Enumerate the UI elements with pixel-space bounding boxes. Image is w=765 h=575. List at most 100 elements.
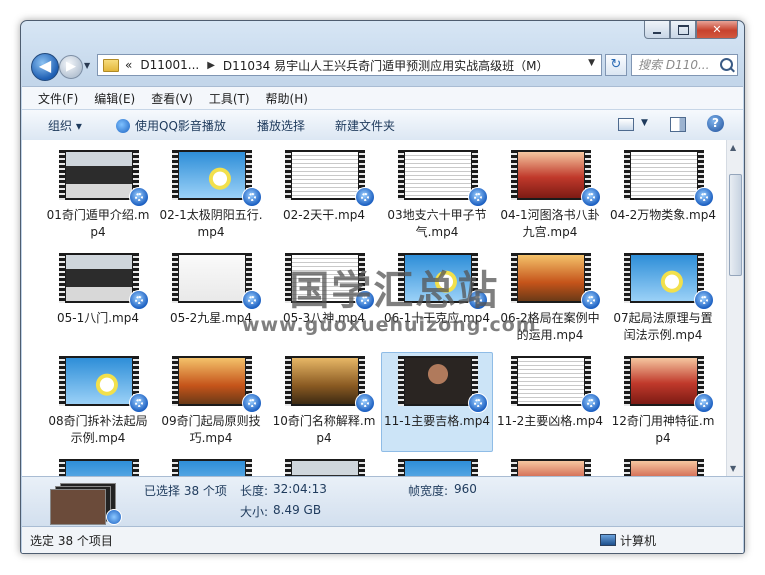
thumbnail-image	[66, 358, 132, 404]
qq-video-badge-icon	[581, 290, 601, 310]
breadcrumb-overflow[interactable]: «	[125, 58, 132, 72]
file-name: 11-2主要凶格.mp4	[497, 414, 603, 428]
preview-pane-icon[interactable]	[670, 117, 686, 132]
recent-pages-button[interactable]: ▼	[84, 61, 90, 70]
menu-edit[interactable]: 编辑(E)	[94, 90, 135, 107]
length-value: 32:04:13	[273, 482, 327, 496]
close-button[interactable]: ✕	[696, 21, 738, 39]
file-item[interactable]	[381, 455, 493, 476]
qq-video-badge-icon	[581, 393, 601, 413]
play-selection-button[interactable]: 播放选择	[257, 117, 305, 134]
menu-view[interactable]: 查看(V)	[151, 90, 193, 107]
file-item[interactable]: 02-1太极阴阳五行.mp4	[155, 146, 267, 246]
forward-button[interactable]: ▶	[59, 55, 83, 79]
details-pane: 已选择 38 个项 长度: 32:04:13 大小: 8.49 GB 帧宽度: …	[22, 476, 743, 527]
address-dropdown-button[interactable]: ▼	[588, 58, 595, 68]
file-item[interactable]	[607, 455, 719, 476]
scroll-up-icon[interactable]: ▲	[730, 143, 736, 152]
file-list-area[interactable]: 01奇门遁甲介绍.mp4 02-1太极阴阳五行.mp4 02-2天干.mp4 03地支…	[22, 140, 743, 476]
video-thumbnail	[172, 459, 252, 476]
change-view-icon[interactable]	[618, 118, 634, 131]
scrollbar-thumb[interactable]	[729, 174, 742, 276]
video-thumbnail	[285, 356, 365, 406]
minimize-icon	[653, 31, 661, 34]
thumbnail-image	[405, 461, 471, 476]
minimize-button[interactable]	[644, 21, 670, 39]
video-thumbnail	[59, 356, 139, 406]
thumbnail-image	[292, 152, 358, 198]
search-input[interactable]: 搜索 D110...	[631, 54, 738, 76]
organize-button[interactable]: 组织 ▾	[48, 117, 82, 134]
video-thumbnail	[172, 356, 252, 406]
file-item[interactable]: 03地支六十甲子节气.mp4	[381, 146, 493, 246]
size-label: 大小:	[240, 505, 269, 519]
vertical-scrollbar[interactable]: ▲ ▼	[726, 140, 743, 476]
thumbnail-image	[405, 152, 471, 198]
menu-tools[interactable]: 工具(T)	[209, 90, 250, 107]
search-placeholder: 搜索 D110...	[638, 58, 710, 72]
breadcrumb-item-parent[interactable]: D11001...	[140, 58, 199, 72]
file-item[interactable]: 10奇门名称解释.mp4	[268, 352, 380, 452]
scroll-down-icon[interactable]: ▼	[730, 464, 736, 473]
file-item[interactable]	[155, 455, 267, 476]
length-label: 长度:	[240, 484, 269, 498]
thumbnail-image	[292, 358, 358, 404]
video-thumbnail	[398, 150, 478, 200]
menu-file[interactable]: 文件(F)	[38, 90, 78, 107]
menu-help[interactable]: 帮助(H)	[266, 90, 308, 107]
thumbnail-image	[179, 255, 245, 301]
file-item[interactable]: 02-2天干.mp4	[268, 146, 380, 246]
file-item[interactable]: 05-1八门.mp4	[42, 249, 154, 349]
qq-video-badge-icon	[694, 393, 714, 413]
file-name: 07起局法原理与置闰法示例.mp4	[613, 311, 713, 342]
file-item[interactable]: 04-1河图洛书八卦九宫.mp4	[494, 146, 606, 246]
status-text: 选定 38 个项目	[30, 534, 113, 548]
thumbnail-image	[631, 461, 697, 476]
file-item[interactable]	[42, 455, 154, 476]
refresh-button[interactable]: ↻	[605, 54, 627, 76]
back-button[interactable]: ◀	[31, 53, 59, 81]
thumbnail-image	[518, 358, 584, 404]
folder-icon	[103, 58, 119, 72]
qq-video-badge-icon	[129, 290, 149, 310]
new-folder-button[interactable]: 新建文件夹	[335, 117, 395, 134]
file-item[interactable]: 04-2万物类象.mp4	[607, 146, 719, 246]
thumbnail-image	[66, 152, 132, 198]
address-bar[interactable]: « D11001... ▶ D11034 易宇山人王兴兵奇门遁甲预测应用实战高级…	[97, 54, 602, 76]
search-icon[interactable]	[720, 58, 733, 71]
video-badge-icon	[106, 509, 122, 525]
file-item[interactable]: 01奇门遁甲介绍.mp4	[42, 146, 154, 246]
file-name: 04-1河图洛书八卦九宫.mp4	[500, 208, 600, 239]
watermark-url: www.guoxuehuizong.com	[242, 314, 537, 336]
file-item[interactable]	[268, 455, 380, 476]
thumbnail-image	[631, 358, 697, 404]
file-name: 08奇门拆补法起局示例.mp4	[48, 414, 148, 445]
new-folder-label: 新建文件夹	[335, 119, 396, 133]
file-item[interactable]: 12奇门用神特征.mp4	[607, 352, 719, 452]
view-dropdown-button[interactable]: ▼	[641, 118, 648, 128]
qq-video-badge-icon	[355, 187, 375, 207]
play-with-qq-button[interactable]: 使用QQ影音播放	[116, 117, 226, 134]
file-item[interactable]: 11-2主要凶格.mp4	[494, 352, 606, 452]
qq-video-badge-icon	[242, 187, 262, 207]
help-icon[interactable]: ?	[707, 115, 724, 132]
qq-video-badge-icon	[355, 393, 375, 413]
maximize-button[interactable]	[670, 21, 696, 39]
file-name: 02-2天干.mp4	[283, 208, 365, 222]
file-item[interactable]: 09奇门起局原则技巧.mp4	[155, 352, 267, 452]
qq-video-badge-icon	[581, 187, 601, 207]
breadcrumb-item-current[interactable]: D11034 易宇山人王兴兵奇门遁甲预测应用实战高级班（M）	[223, 57, 549, 74]
video-thumbnail	[624, 356, 704, 406]
file-name: 12奇门用神特征.mp4	[611, 414, 715, 445]
breadcrumb-separator[interactable]: ▶	[207, 60, 215, 71]
file-name: 10奇门名称解释.mp4	[272, 414, 376, 445]
file-item[interactable]: 08奇门拆补法起局示例.mp4	[42, 352, 154, 452]
file-item[interactable]: 07起局法原理与置闰法示例.mp4	[607, 249, 719, 349]
file-item[interactable]: 11-1主要吉格.mp4	[381, 352, 493, 452]
watermark: 国学汇总站 www.guoxuehuizong.com	[242, 258, 537, 336]
file-item[interactable]	[494, 455, 606, 476]
command-toolbar: 组织 ▾ 使用QQ影音播放 播放选择 新建文件夹 ▼ ?	[22, 109, 743, 141]
thumbnail-image	[179, 152, 245, 198]
thumbnail-image	[292, 461, 358, 476]
stack-thumb-front	[50, 489, 106, 525]
